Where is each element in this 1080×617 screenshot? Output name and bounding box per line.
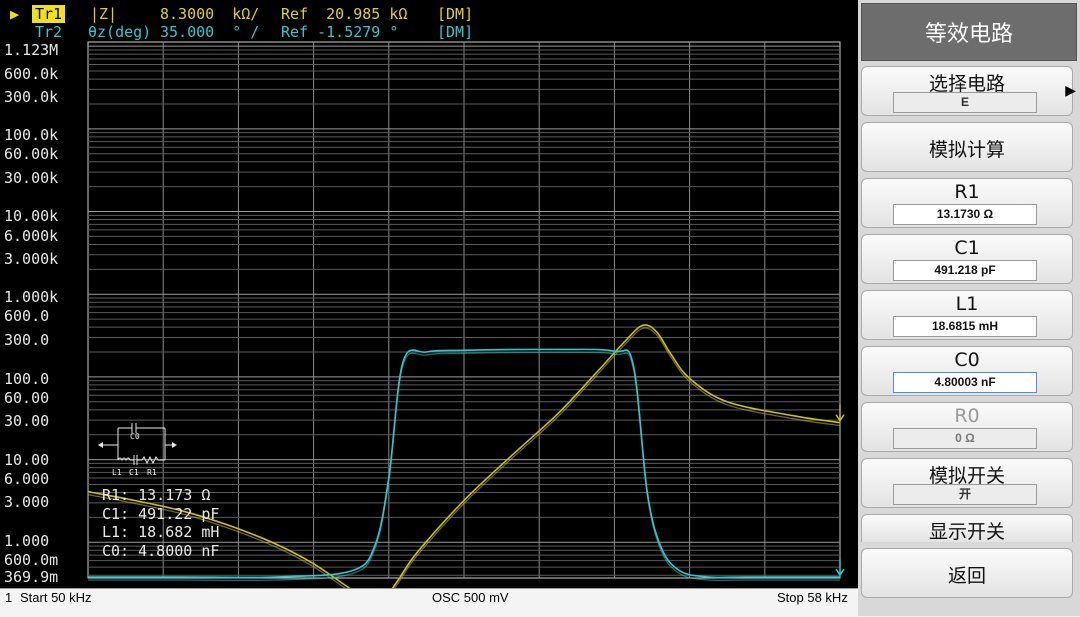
back-button[interactable]: 返回 bbox=[861, 548, 1073, 598]
simulate-label: 模拟计算 bbox=[928, 139, 1005, 161]
tr1-marker: ▶ bbox=[10, 5, 20, 23]
sim-switch-button[interactable]: 模拟开关 开 bbox=[861, 458, 1073, 508]
schematic-c1-label: C1 bbox=[129, 468, 139, 477]
y-tick-label: 6.000 bbox=[4, 470, 50, 488]
readout-c0: C0: 4.8000 nF bbox=[102, 542, 220, 560]
tr2-ref: Ref -1.5279 ° bbox=[281, 23, 399, 41]
panel-title: 等效电路 bbox=[861, 3, 1077, 61]
start-frequency[interactable]: Start 50 kHz bbox=[20, 590, 92, 605]
c0-input[interactable]: 4.80003 nF bbox=[893, 372, 1037, 393]
tr1-end-arrow-icon bbox=[835, 404, 845, 422]
tr2-label[interactable]: Tr2 bbox=[35, 23, 62, 41]
y-tick-label: 1.000 bbox=[4, 532, 50, 550]
c0-label: C0 bbox=[954, 349, 980, 371]
c1-softkey[interactable]: C1 491.218 pF bbox=[861, 234, 1073, 284]
schematic-r1-label: R1 bbox=[147, 468, 157, 477]
schematic-c0-label: C0 bbox=[130, 432, 140, 441]
y-tick-label: 6.000k bbox=[4, 227, 59, 245]
l1-label: L1 bbox=[955, 293, 979, 315]
y-tick-label: 3.000k bbox=[4, 250, 59, 268]
r1-input[interactable]: 13.1730 Ω bbox=[893, 204, 1037, 225]
r0-softkey: R0 0 Ω bbox=[861, 402, 1073, 452]
display-switch-button[interactable]: 显示开关 bbox=[861, 514, 1073, 542]
tr1-ref: Ref 20.985 kΩ bbox=[281, 5, 408, 23]
analyzer-screen: ▶ Tr1 |Z| 8.3000 kΩ/ Ref 20.985 kΩ [DM] … bbox=[0, 0, 858, 588]
sim-switch-value: 开 bbox=[893, 484, 1037, 505]
y-tick-label: 60.00 bbox=[4, 389, 50, 407]
back-label: 返回 bbox=[947, 565, 986, 587]
y-tick-label: 1.123M bbox=[4, 41, 59, 59]
c0-softkey[interactable]: C0 4.80003 nF bbox=[861, 346, 1073, 396]
schematic-l1-label: L1 bbox=[112, 468, 122, 477]
y-tick-label: 300.0 bbox=[4, 331, 50, 349]
tr2-scale: 35.000 ° / bbox=[160, 23, 260, 41]
c1-input[interactable]: 491.218 pF bbox=[893, 260, 1037, 281]
r0-input: 0 Ω bbox=[893, 428, 1037, 449]
y-tick-label: 1.000k bbox=[4, 288, 59, 306]
y-tick-label: 100.0k bbox=[4, 126, 59, 144]
readout-c1: C1: 491.22 pF bbox=[102, 505, 220, 523]
c1-label: C1 bbox=[954, 237, 980, 259]
select-circuit-button[interactable]: 选择电路 E ▶ bbox=[861, 66, 1076, 116]
softkey-panel: 等效电路 选择电路 E ▶ 模拟计算 R1 13.1730 Ω C1 491.2… bbox=[858, 0, 1080, 616]
osc-level[interactable]: OSC 500 mV bbox=[432, 590, 509, 605]
tr1-label[interactable]: Tr1 bbox=[32, 5, 66, 23]
circuit-schematic bbox=[103, 423, 172, 465]
select-circuit-value: E bbox=[893, 92, 1037, 113]
tr1-mode: [DM] bbox=[437, 5, 474, 23]
status-bar: 1 Start 50 kHz OSC 500 mV Stop 58 kHz bbox=[0, 588, 858, 617]
y-tick-label: 3.000 bbox=[4, 493, 50, 511]
r1-softkey[interactable]: R1 13.1730 Ω bbox=[861, 178, 1073, 228]
stop-frequency[interactable]: Stop 58 kHz bbox=[777, 590, 848, 605]
y-tick-label: 10.00k bbox=[4, 207, 59, 225]
tr1-scale: 8.3000 kΩ/ bbox=[160, 5, 260, 23]
display-switch-label: 显示开关 bbox=[928, 521, 1005, 542]
y-tick-label: 30.00k bbox=[4, 169, 59, 187]
y-tick-label: 30.00 bbox=[4, 412, 50, 430]
y-tick-label: 600.0 bbox=[4, 307, 50, 325]
channel-number: 1 bbox=[5, 590, 13, 605]
l1-softkey[interactable]: L1 18.6815 mH bbox=[861, 290, 1073, 340]
y-tick-label: 60.00k bbox=[4, 145, 59, 163]
submenu-arrow-icon: ▶ bbox=[1065, 83, 1076, 99]
y-tick-label: 369.9m bbox=[4, 568, 59, 586]
y-tick-label: 600.0m bbox=[4, 551, 59, 569]
tr2-format: θz(deg) bbox=[88, 23, 152, 41]
r0-label: R0 bbox=[954, 405, 980, 427]
r1-label: R1 bbox=[954, 181, 980, 203]
y-tick-label: 300.0k bbox=[4, 88, 59, 106]
readout-r1: R1: 13.173 Ω bbox=[102, 486, 211, 504]
tr2-mode: [DM] bbox=[437, 23, 474, 41]
readout-l1: L1: 18.682 mH bbox=[102, 523, 220, 541]
y-tick-label: 100.0 bbox=[4, 370, 50, 388]
l1-input[interactable]: 18.6815 mH bbox=[893, 316, 1037, 337]
y-tick-label: 600.0k bbox=[4, 65, 59, 83]
tr1-format: |Z| bbox=[90, 5, 118, 23]
y-tick-label: 10.00 bbox=[4, 451, 50, 469]
simulate-button[interactable]: 模拟计算 bbox=[861, 122, 1073, 172]
